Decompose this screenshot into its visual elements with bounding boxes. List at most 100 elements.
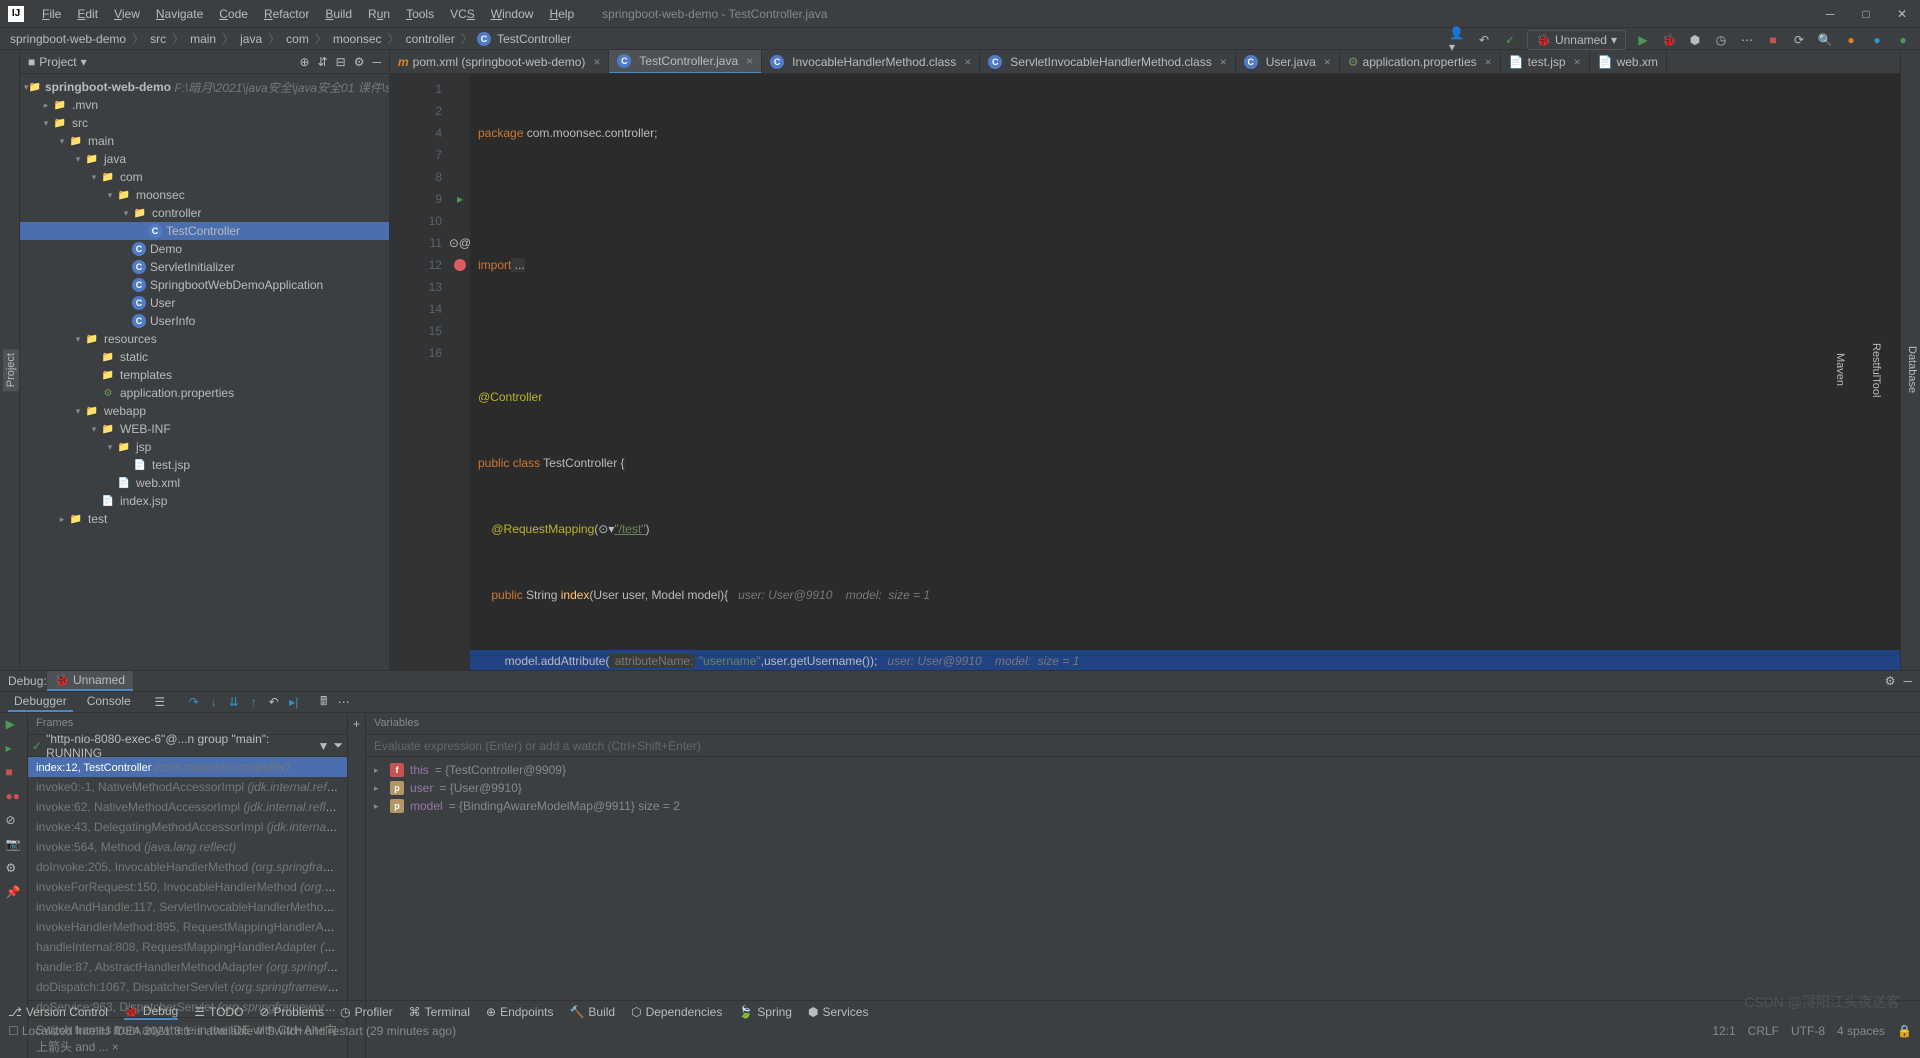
breadcrumb-item[interactable]: main [188, 32, 218, 46]
close-tab-icon[interactable]: × [1220, 55, 1227, 69]
close-hint-icon[interactable]: × [112, 1040, 119, 1054]
select-opened-icon[interactable]: ⊕ [300, 55, 310, 69]
back-icon[interactable]: ↶ [1475, 31, 1493, 49]
editor-tab[interactable]: 📄test.jsp× [1501, 50, 1590, 74]
frames-list[interactable]: index:12, TestController (com.moonsec.co… [28, 757, 347, 1017]
evaluate-input[interactable]: Evaluate expression (Enter) or add a wat… [366, 735, 1920, 757]
minimize-icon[interactable]: ─ [1820, 4, 1840, 24]
run-config-selector[interactable]: 🐞 Unnamed ▾ [1527, 30, 1626, 50]
circle-icon[interactable]: ● [1868, 31, 1886, 49]
menu-tools[interactable]: Tools [398, 3, 442, 25]
problems-tab[interactable]: ⊘Problems [259, 1005, 324, 1019]
menu-file[interactable]: File [34, 3, 69, 25]
close-tab-icon[interactable]: × [746, 54, 753, 68]
project-tab[interactable]: Project [3, 349, 19, 391]
breadcrumb-item[interactable]: TestController [495, 32, 573, 46]
hide-icon[interactable]: ─ [1903, 674, 1912, 688]
breakpoint-icon[interactable] [454, 259, 466, 271]
drop-frame-icon[interactable]: ↶ [265, 693, 283, 711]
step-out-icon[interactable]: ↑ [245, 693, 263, 711]
menu-view[interactable]: View [106, 3, 148, 25]
run-gutter-icon[interactable]: ▸ [457, 192, 463, 206]
maven-tab[interactable]: Maven [1832, 349, 1848, 390]
frame-item[interactable]: invokeForRequest:150, InvocableHandlerMe… [28, 877, 347, 897]
circle-icon[interactable]: ● [1894, 31, 1912, 49]
maximize-icon[interactable]: □ [1856, 4, 1876, 24]
menu-help[interactable]: Help [541, 3, 582, 25]
close-tab-icon[interactable]: × [1574, 55, 1581, 69]
frame-item[interactable]: invoke:62, NativeMethodAccessorImpl (jdk… [28, 797, 347, 817]
stop-icon[interactable]: ■ [6, 765, 22, 781]
rerun-icon[interactable]: ▶ [6, 717, 22, 733]
gear-icon[interactable]: ⚙ [1885, 674, 1896, 688]
var-item[interactable]: ▸puser= {User@9910} [366, 779, 1920, 797]
filter-icon[interactable]: ▼ [318, 739, 330, 753]
console-tab[interactable]: Console [81, 692, 137, 712]
build-tab[interactable]: 🔨Build [569, 1005, 615, 1019]
update-icon[interactable]: ⟳ [1790, 31, 1808, 49]
search-icon[interactable]: 🔍 [1816, 31, 1834, 49]
menu-navigate[interactable]: Navigate [148, 3, 211, 25]
menu-window[interactable]: Window [483, 3, 542, 25]
close-tab-icon[interactable]: × [1485, 55, 1492, 69]
debug-config-tab[interactable]: 🐞 Unnamed [47, 671, 133, 691]
menu-refactor[interactable]: Refactor [256, 3, 317, 25]
breadcrumb-item[interactable]: springboot-web-demo [8, 32, 128, 46]
frame-item[interactable]: handle:87, AbstractHandlerMethodAdapter … [28, 957, 347, 977]
breakpoints-icon[interactable]: ●● [6, 789, 22, 805]
dependencies-tab[interactable]: ⬡Dependencies [631, 1005, 722, 1019]
attach-icon[interactable]: ⋯ [1738, 31, 1756, 49]
profiler-tab[interactable]: ◷Profiler [340, 1005, 393, 1019]
code-editor[interactable]: 12478910111213141516 ▸ ⊙@ package com.mo… [390, 74, 1900, 670]
editor-tab[interactable]: CTestController.java× [609, 50, 762, 74]
profile-icon[interactable]: ◷ [1712, 31, 1730, 49]
menu-vcs[interactable]: VCS [442, 3, 483, 25]
coverage-icon[interactable]: ⬢ [1686, 31, 1704, 49]
project-view-selector[interactable]: ■Project▾ [28, 55, 87, 69]
add-icon[interactable]: + [353, 717, 360, 731]
stop-icon[interactable]: ■ [1764, 31, 1782, 49]
editor-tab[interactable]: CServletInvocableHandlerMethod.class× [980, 50, 1235, 74]
trace-icon[interactable]: ⋯ [335, 693, 353, 711]
frame-item[interactable]: invokeHandlerMethod:895, RequestMappingH… [28, 917, 347, 937]
notification-icon[interactable]: ☐ [8, 1024, 19, 1038]
endpoints-tab[interactable]: ⊕Endpoints [486, 1005, 553, 1019]
editor-tab[interactable]: mpom.xml (springboot-web-demo)× [390, 50, 609, 74]
todo-tab[interactable]: ☰TODO [194, 1005, 243, 1019]
frame-item[interactable]: doInvoke:205, InvocableHandlerMethod (or… [28, 857, 347, 877]
editor-tab[interactable]: ⚙application.properties× [1340, 50, 1501, 74]
close-tab-icon[interactable]: × [593, 55, 600, 69]
hide-icon[interactable]: ─ [372, 55, 381, 69]
mute-icon[interactable]: ⊘ [6, 813, 22, 829]
var-item[interactable]: ▸pmodel= {BindingAwareModelMap@9911} siz… [366, 797, 1920, 815]
editor-tab[interactable]: 📄web.xm [1590, 50, 1667, 74]
frame-item[interactable]: invokeAndHandle:117, ServletInvocableHan… [28, 897, 347, 917]
circle-icon[interactable]: ● [1842, 31, 1860, 49]
lock-icon[interactable]: 🔒 [1897, 1024, 1912, 1038]
get-thread-icon[interactable]: 📷 [6, 837, 22, 853]
breadcrumb-item[interactable]: moonsec [331, 32, 384, 46]
line-separator[interactable]: CRLF [1748, 1024, 1779, 1038]
spring-tab[interactable]: 🍃Spring [738, 1005, 792, 1019]
indent[interactable]: 4 spaces [1837, 1024, 1885, 1038]
debug-icon[interactable]: 🐞 [1660, 31, 1678, 49]
restfultool-tab[interactable]: RestfulTool [1868, 339, 1884, 401]
debug-tab[interactable]: 🐞Debug [124, 1004, 178, 1020]
frame-item[interactable]: invoke:43, DelegatingMethodAccessorImpl … [28, 817, 347, 837]
var-item[interactable]: ▸fthis= {TestController@9909} [366, 761, 1920, 779]
editor-tab[interactable]: CInvocableHandlerMethod.class× [762, 50, 980, 74]
editor-tab[interactable]: CUser.java× [1236, 50, 1340, 74]
evaluate-icon[interactable]: 🖩 [315, 693, 333, 711]
frame-item[interactable]: index:12, TestController (com.moonsec.co… [28, 757, 347, 777]
step-over-icon[interactable]: ↷ [185, 693, 203, 711]
gear-icon[interactable]: ⚙ [354, 55, 365, 69]
resume-icon[interactable]: ▸ [6, 741, 22, 757]
step-into-icon[interactable]: ↓ [205, 693, 223, 711]
frame-item[interactable]: doDispatch:1067, DispatcherServlet (org.… [28, 977, 347, 997]
user-icon[interactable]: 👤▾ [1449, 31, 1467, 49]
database-tab[interactable]: Database [1904, 342, 1920, 397]
breadcrumb-item[interactable]: controller [404, 32, 457, 46]
breadcrumb-item[interactable]: com [284, 32, 311, 46]
menu-code[interactable]: Code [211, 3, 256, 25]
settings-icon[interactable]: ⚙ [6, 861, 22, 877]
